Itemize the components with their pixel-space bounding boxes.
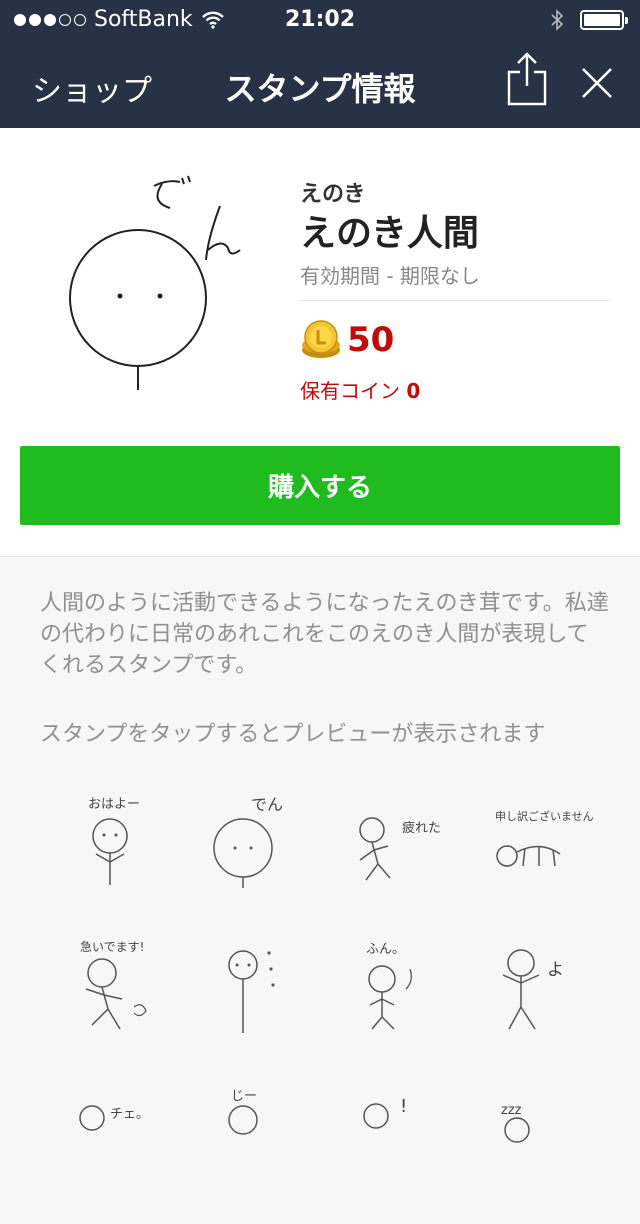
sticker-title: えのき人間 <box>300 213 479 254</box>
stamp-text: ふん。 <box>366 942 405 957</box>
share-icon[interactable] <box>504 50 550 106</box>
stamp-text: でん <box>251 795 283 814</box>
stamp-text: 申し訳ございません <box>495 809 594 823</box>
stamp-text: おはよー <box>88 797 140 812</box>
sticker-price: 50 <box>347 320 395 360</box>
stamp-thumbnail[interactable]: じー <box>165 1070 325 1220</box>
stamp-thumbnail[interactable]: ! <box>310 1070 470 1220</box>
stamp-grid: おはよー でん 疲れた 申し訳ございません 急いでます! ふん。 よ チェ。 じ… <box>0 780 640 1143</box>
owned-coins: 保有コイン 0 <box>300 375 420 404</box>
stamp-thumbnail[interactable]: ふん。 <box>310 925 470 1075</box>
stamp-text: じー <box>231 1089 257 1104</box>
stamp-text: zzz <box>501 1103 522 1118</box>
divider <box>300 300 610 301</box>
status-bar: SoftBank 21:02 <box>0 0 640 40</box>
owned-coins-value: 0 <box>406 379 421 403</box>
status-time: 21:02 <box>284 7 356 32</box>
top-bar: SoftBank 21:02 ショップ スタンプ情報 <box>0 0 640 128</box>
stamp-thumbnail[interactable]: zzz <box>455 1070 615 1220</box>
owned-coins-label: 保有コイン <box>300 379 400 403</box>
close-icon[interactable] <box>580 66 614 100</box>
stamp-thumbnail[interactable]: 疲れた <box>310 780 470 930</box>
stamp-text: ! <box>400 1096 407 1117</box>
stamp-text: よ <box>547 960 564 980</box>
buy-button[interactable]: 購入する <box>20 446 620 525</box>
preview-hint: スタンプをタップするとプレビューが表示されます <box>40 722 546 747</box>
stamp-text: 急いでます! <box>80 939 144 954</box>
battery-icon <box>580 10 628 30</box>
bluetooth-icon <box>551 9 564 31</box>
stamp-text: 疲れた <box>402 820 441 836</box>
coin-icon <box>302 320 340 358</box>
stamp-thumbnail[interactable]: でん <box>165 780 325 930</box>
stamp-thumbnail[interactable] <box>165 925 325 1075</box>
stamp-thumbnail[interactable]: 申し訳ございません <box>455 780 615 930</box>
sticker-period: 有効期間 - 期限なし <box>300 264 480 288</box>
nav-bar: ショップ スタンプ情報 <box>0 44 640 128</box>
sticker-description: 人間のように活動できるようになったえのき茸です。私達の代わりに日常のあれこれをこ… <box>40 591 609 678</box>
main-sticker-image <box>69 175 241 390</box>
stamp-thumbnail[interactable]: よ <box>455 925 615 1075</box>
sticker-info-panel: えのき えのき人間 有効期間 - 期限なし 50 保有コイン 0 購入する <box>0 128 640 557</box>
stamp-text: チェ。 <box>110 1107 149 1122</box>
